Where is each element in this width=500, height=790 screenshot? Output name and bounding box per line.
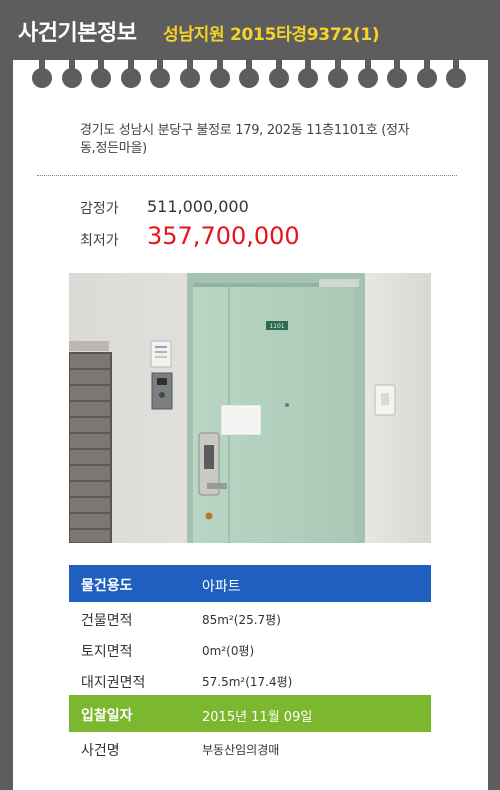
detail-label: 건물면적 (81, 613, 133, 629)
detail-value: 부동산임의경매 (202, 743, 280, 757)
detail-label: 토지면적 (81, 644, 133, 660)
detail-label: 물건용도 (81, 578, 133, 594)
detail-value: 85m²(25.7평) (202, 613, 281, 627)
detail-row-bid-date: 입찰일자 2015년 11월 09일 (69, 695, 431, 732)
detail-value: 아파트 (202, 579, 241, 595)
detail-row-usage: 물건용도 아파트 (69, 565, 431, 602)
binder-ring-icon (446, 58, 467, 94)
door-photo-illustration: 1101 (69, 273, 431, 543)
detail-row-case-name: 사건명 부동산임의경매 (69, 732, 431, 763)
binder-ring-icon (61, 58, 82, 94)
page-title: 사건기본정보 (18, 21, 137, 46)
binder-ring-icon (387, 58, 408, 94)
binder-ring-icon (357, 58, 378, 94)
detail-label: 사건명 (81, 743, 120, 759)
detail-value: 0m²(0평) (202, 644, 255, 658)
dotted-divider (37, 175, 457, 176)
binder-ring-icon (268, 58, 289, 94)
binder-ring-icon (298, 58, 319, 94)
appraisal-label: 감정가 (80, 201, 119, 217)
detail-row-land-area: 토지면적 0m²(0평) (69, 633, 431, 664)
door-number: 1101 (269, 323, 284, 330)
binder-ring-icon (180, 58, 200, 94)
property-address: 경기도 성남시 분당구 불정로 179, 202동 11층1101호 (정자동,… (80, 123, 410, 156)
header-bar: 사건기본정보 성남지원 2015타경9372(1) (0, 0, 500, 62)
detail-label: 입찰일자 (81, 708, 133, 724)
binder-ring-icon (120, 58, 141, 94)
binder-rings (13, 58, 488, 96)
detail-row-land-right-area: 대지권면적 57.5m²(17.4평) (69, 664, 431, 695)
detail-value: 2015년 11월 09일 (202, 710, 313, 725)
binder-ring-icon (150, 58, 171, 94)
detail-row-building-area: 건물면적 85m²(25.7평) (69, 602, 431, 633)
minimum-label: 최저가 (80, 233, 119, 249)
details-table: 물건용도 아파트 건물면적 85m²(25.7평) 토지면적 0m²(0평) 대… (69, 565, 431, 763)
minimum-value: 357,700,000 (147, 222, 300, 250)
binder-ring-icon (416, 58, 437, 94)
detail-value: 57.5m²(17.4평) (202, 675, 293, 689)
case-number: 성남지원 2015타경9372(1) (163, 25, 380, 45)
binder-ring-icon (32, 58, 52, 94)
binder-ring-icon (209, 58, 230, 94)
detail-label: 대지권면적 (81, 675, 146, 691)
binder-ring-icon (91, 58, 112, 94)
property-photo: 1101 (69, 273, 431, 543)
appraisal-value: 511,000,000 (147, 197, 249, 216)
binder-ring-icon (328, 58, 348, 94)
binder-ring-icon (239, 58, 260, 94)
